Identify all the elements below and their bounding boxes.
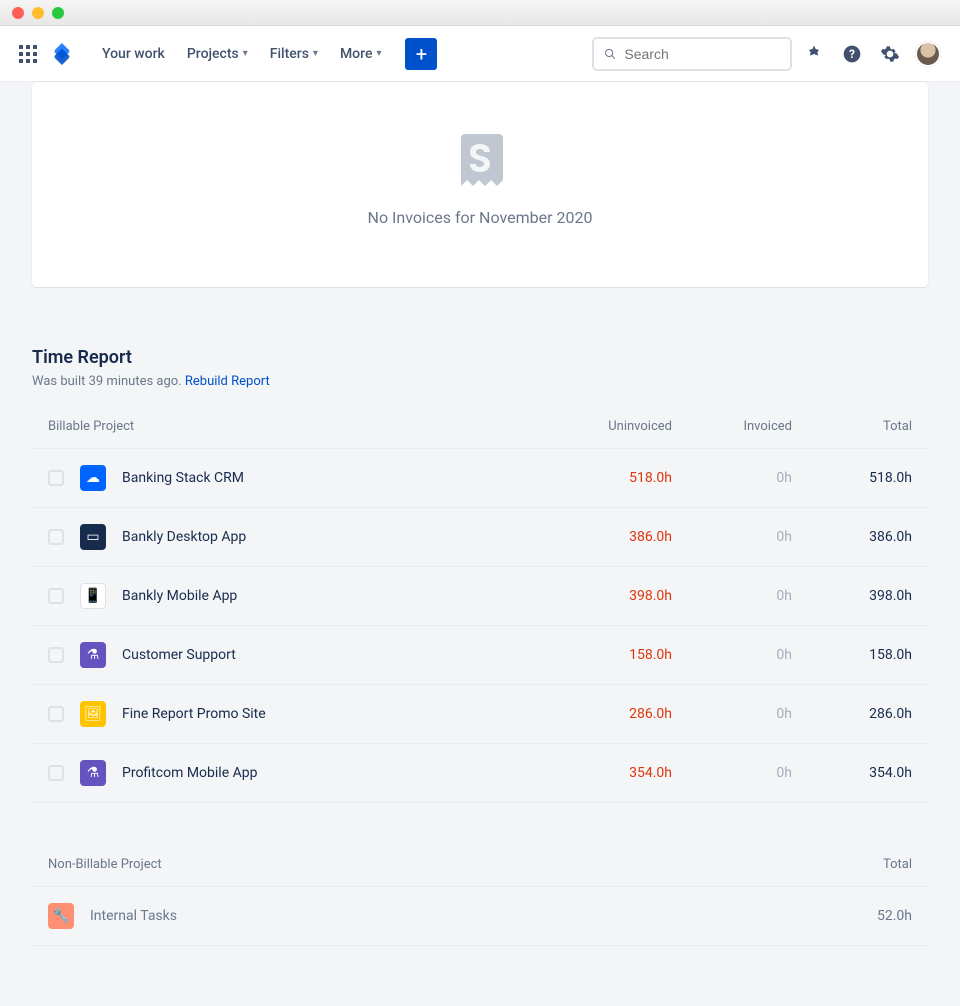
uninvoiced-value: 354.0h <box>548 744 688 803</box>
total-value: 398.0h <box>808 567 928 626</box>
table-row[interactable]: 🔧 Internal Tasks 52.0h <box>32 887 928 946</box>
nonbillable-table: Non-Billable Project Total 🔧 Internal Tas… <box>32 823 928 946</box>
invoiced-value: 0h <box>688 626 808 685</box>
nav-your-work-label: Your work <box>102 46 165 62</box>
project-icon: ⚗ <box>80 760 106 786</box>
chevron-down-icon: ▾ <box>243 48 248 59</box>
search-input[interactable] <box>592 37 792 71</box>
avatar[interactable] <box>912 38 944 70</box>
create-button[interactable]: + <box>405 38 437 70</box>
row-checkbox[interactable] <box>48 765 64 781</box>
window-chrome <box>0 0 960 26</box>
invoiced-value: 0h <box>688 508 808 567</box>
nav-more[interactable]: More▾ <box>332 40 390 68</box>
col-total: Total <box>808 409 928 449</box>
empty-state-message: No Invoices for November 2020 <box>368 208 593 227</box>
total-value: 158.0h <box>808 626 928 685</box>
row-checkbox[interactable] <box>48 706 64 722</box>
project-name: Fine Report Promo Site <box>122 706 266 722</box>
project-name: Profitcom Mobile App <box>122 765 257 781</box>
project-icon: 🖼 <box>80 701 106 727</box>
total-value: 52.0h <box>808 887 928 946</box>
time-report-subtitle: Was built 39 minutes ago. Rebuild Report <box>32 374 928 389</box>
invoice-empty-icon <box>455 132 505 188</box>
minimize-window-icon[interactable] <box>32 7 44 19</box>
project-icon: ▭ <box>80 524 106 550</box>
invoiced-value: 0h <box>688 449 808 508</box>
total-value: 386.0h <box>808 508 928 567</box>
total-value: 354.0h <box>808 744 928 803</box>
close-window-icon[interactable] <box>12 7 24 19</box>
row-checkbox[interactable] <box>48 588 64 604</box>
time-report-title: Time Report <box>32 347 928 368</box>
project-icon: 📱 <box>80 583 106 609</box>
chevron-down-icon: ▾ <box>313 48 318 59</box>
invoiced-value: 0h <box>688 567 808 626</box>
notifications-icon[interactable] <box>798 38 830 70</box>
project-name: Bankly Desktop App <box>122 529 246 545</box>
svg-text:?: ? <box>849 47 855 61</box>
nav-your-work[interactable]: Your work <box>94 40 173 68</box>
table-row[interactable]: ☁ Banking Stack CRM 518.0h0h518.0h <box>32 449 928 508</box>
app-switcher-icon[interactable] <box>16 42 40 66</box>
table-row[interactable]: 📱 Bankly Mobile App 398.0h0h398.0h <box>32 567 928 626</box>
row-checkbox[interactable] <box>48 470 64 486</box>
nav-filters-label: Filters <box>270 46 309 62</box>
settings-icon[interactable] <box>874 38 906 70</box>
table-row[interactable]: ⚗ Profitcom Mobile App 354.0h0h354.0h <box>32 744 928 803</box>
col-billable-project: Billable Project <box>32 409 548 449</box>
uninvoiced-value: 158.0h <box>548 626 688 685</box>
chevron-down-icon: ▾ <box>376 48 381 59</box>
table-row[interactable]: ⚗ Customer Support 158.0h0h158.0h <box>32 626 928 685</box>
top-nav: Your work Projects▾ Filters▾ More▾ + ? <box>0 26 960 82</box>
col-nonbillable-project: Non-Billable Project <box>32 823 808 887</box>
invoices-empty-card: No Invoices for November 2020 <box>32 82 928 287</box>
project-name: Banking Stack CRM <box>122 470 244 486</box>
project-icon: ☁ <box>80 465 106 491</box>
project-name: Internal Tasks <box>90 908 177 924</box>
maximize-window-icon[interactable] <box>52 7 64 19</box>
invoiced-value: 0h <box>688 685 808 744</box>
nav-projects[interactable]: Projects ▾ <box>179 40 256 68</box>
built-ago-text: Was built 39 minutes ago. <box>32 374 185 389</box>
jira-logo-icon[interactable] <box>50 42 74 66</box>
table-row[interactable]: 🖼 Fine Report Promo Site 286.0h0h286.0h <box>32 685 928 744</box>
project-icon: 🔧 <box>48 903 74 929</box>
project-name: Bankly Mobile App <box>122 588 237 604</box>
col-uninvoiced: Uninvoiced <box>548 409 688 449</box>
nav-projects-label: Projects <box>187 46 239 62</box>
uninvoiced-value: 398.0h <box>548 567 688 626</box>
help-icon[interactable]: ? <box>836 38 868 70</box>
project-icon: ⚗ <box>80 642 106 668</box>
nav-more-label: More <box>340 46 373 62</box>
search-icon <box>604 47 616 61</box>
search-field[interactable] <box>624 46 780 62</box>
total-value: 286.0h <box>808 685 928 744</box>
rebuild-report-link[interactable]: Rebuild Report <box>185 374 270 389</box>
uninvoiced-value: 386.0h <box>548 508 688 567</box>
project-name: Customer Support <box>122 647 236 663</box>
row-checkbox[interactable] <box>48 647 64 663</box>
uninvoiced-value: 518.0h <box>548 449 688 508</box>
invoiced-value: 0h <box>688 744 808 803</box>
nav-filters[interactable]: Filters ▾ <box>262 40 326 68</box>
user-avatar-icon <box>915 41 941 67</box>
col-nb-total: Total <box>808 823 928 887</box>
total-value: 518.0h <box>808 449 928 508</box>
row-checkbox[interactable] <box>48 529 64 545</box>
col-invoiced: Invoiced <box>688 409 808 449</box>
billable-table: Billable Project Uninvoiced Invoiced Tot… <box>32 409 928 803</box>
uninvoiced-value: 286.0h <box>548 685 688 744</box>
table-row[interactable]: ▭ Bankly Desktop App 386.0h0h386.0h <box>32 508 928 567</box>
